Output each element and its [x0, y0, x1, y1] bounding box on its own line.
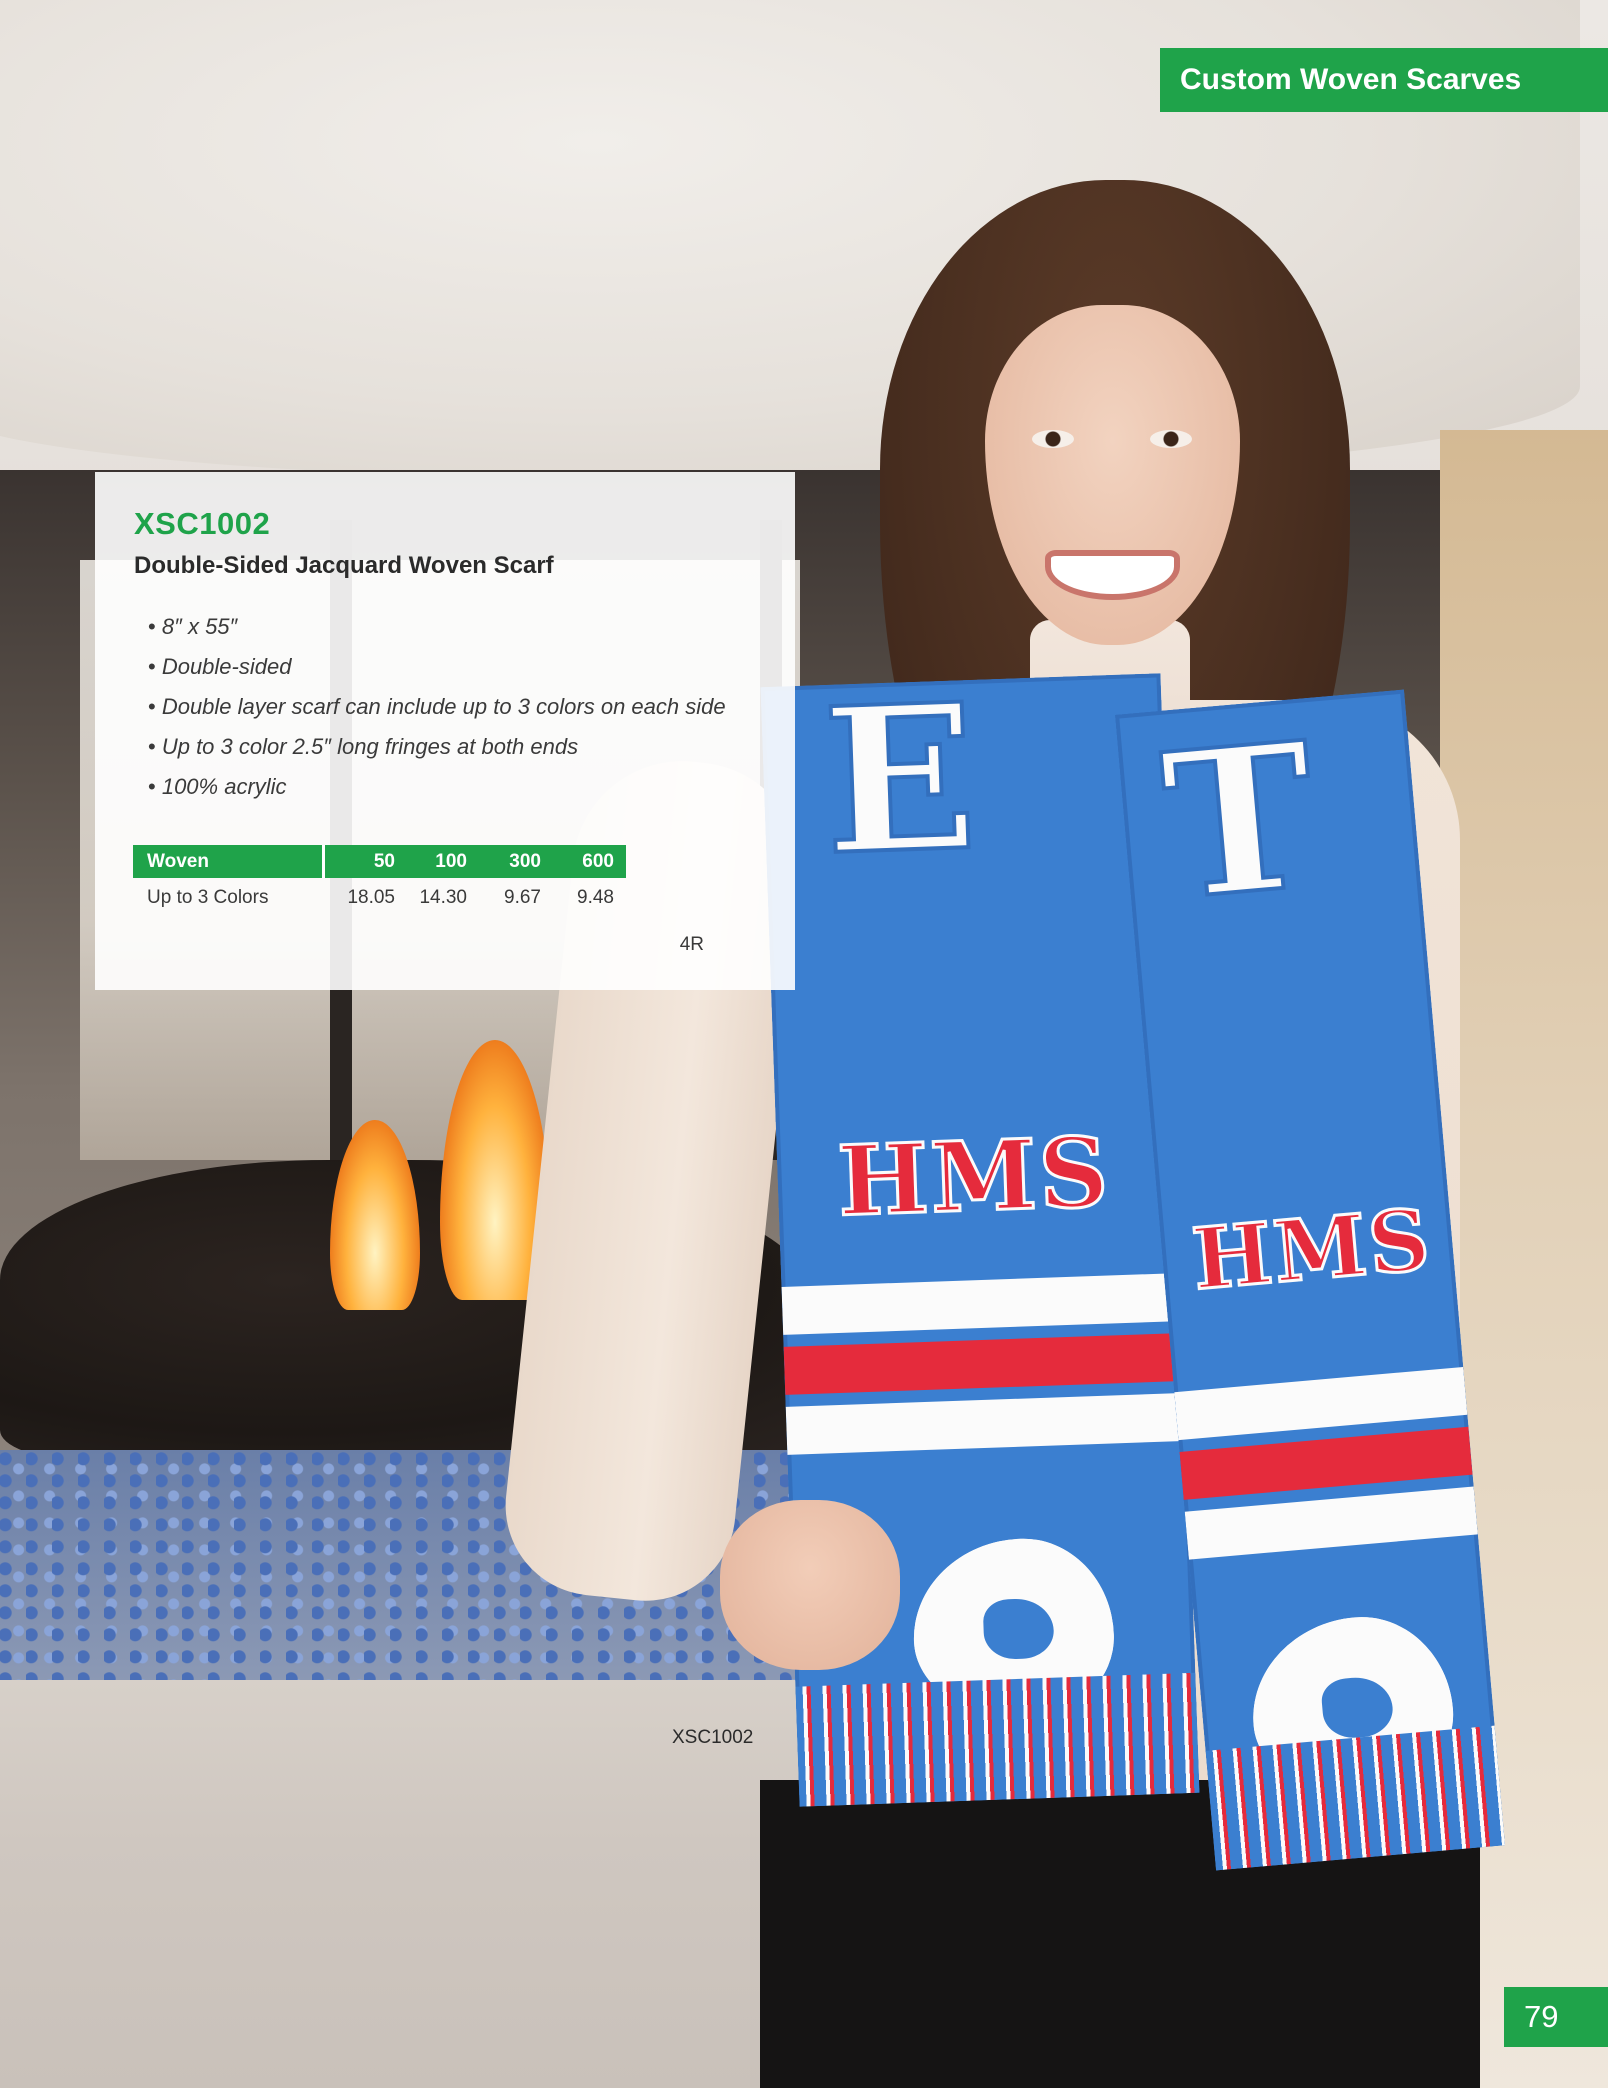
- price-cell: 9.48: [577, 887, 614, 908]
- product-name: Double-Sided Jacquard Woven Scarf: [134, 552, 554, 579]
- price-cell: 9.67: [504, 887, 541, 908]
- scarf-fringe: [795, 1672, 1200, 1807]
- feature-item: Double layer scarf can include up to 3 c…: [148, 687, 795, 727]
- page-number: 79: [1504, 1987, 1608, 2047]
- scarf-letter: T: [1153, 696, 1326, 947]
- model-hand: [720, 1500, 900, 1670]
- scarf-fringe: [1205, 1725, 1505, 1871]
- feature-item: Up to 3 color 2.5″ long fringes at both …: [148, 727, 795, 767]
- product-sku: XSC1002: [134, 506, 271, 541]
- quantity-header: 300: [479, 845, 553, 878]
- photo-caption: XSC1002: [672, 1727, 754, 1748]
- scarf-hms-text: HMS: [1187, 1188, 1437, 1310]
- feature-list: 8″ x 55″ Double-sided Double layer scarf…: [148, 607, 795, 807]
- scarf-stripe: [783, 1332, 1186, 1395]
- quantity-header: 50: [323, 845, 407, 878]
- price-row: Up to 3 Colors 18.05 14.30 9.67 9.48: [133, 878, 626, 918]
- section-banner: Custom Woven Scarves: [1160, 48, 1608, 112]
- scarf-stripe: [781, 1272, 1183, 1335]
- scarf-letter: E: [818, 673, 983, 902]
- quantity-header: 100: [407, 845, 479, 878]
- scarf-stripe: [1184, 1486, 1478, 1560]
- price-row-label: Up to 3 Colors: [147, 887, 269, 908]
- model-eye: [1150, 430, 1192, 448]
- feature-item: 100% acrylic: [148, 767, 795, 807]
- product-photo: E HMS T HMS: [0, 0, 1608, 2088]
- price-code: 4R: [679, 934, 704, 955]
- price-cell: 14.30: [419, 887, 467, 908]
- scarf-hms-text: HMS: [834, 1114, 1113, 1239]
- quantity-header: 600: [553, 845, 626, 878]
- product-info-panel: XSC1002 Double-Sided Jacquard Woven Scar…: [95, 472, 795, 990]
- scarf-stripe: [785, 1392, 1188, 1455]
- scarf-stripe: [1179, 1426, 1473, 1500]
- feature-item: Double-sided: [148, 647, 795, 687]
- price-table-header: Woven 50 100 300 600: [133, 845, 626, 878]
- price-header-label: Woven: [133, 845, 325, 878]
- model-eye: [1032, 430, 1074, 448]
- feature-item: 8″ x 55″: [148, 607, 795, 647]
- price-table: Woven 50 100 300 600 Up to 3 Colors 18.0…: [133, 845, 626, 918]
- price-cell: 18.05: [347, 887, 395, 908]
- scarf-stripe: [1174, 1366, 1468, 1441]
